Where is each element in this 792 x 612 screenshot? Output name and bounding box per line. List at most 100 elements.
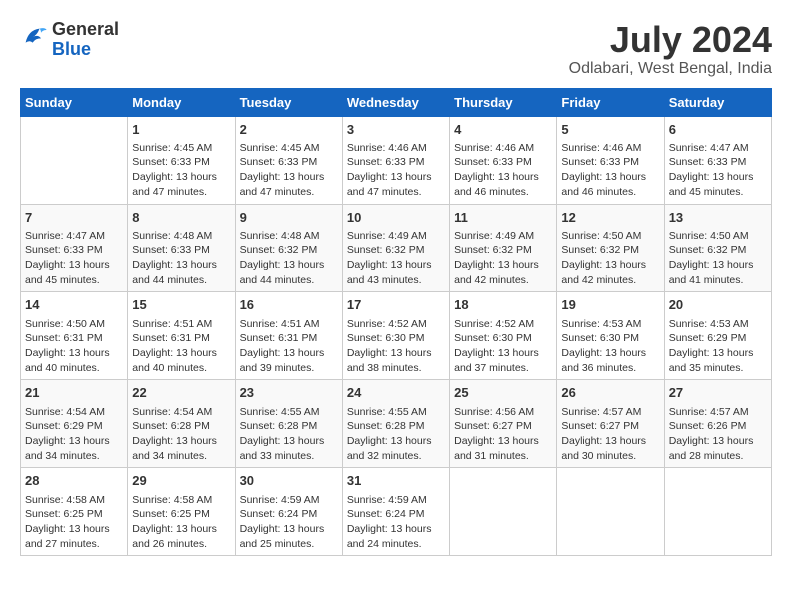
- calendar-cell: 12Sunrise: 4:50 AMSunset: 6:32 PMDayligh…: [557, 204, 664, 292]
- day-number: 14: [25, 296, 123, 314]
- calendar-cell: 24 Sunrise: 4:55 AMSunset: 6:28 PMDayligh…: [342, 380, 449, 468]
- cell-content: Sunrise: 4:50 AMSunset: 6:32 PMDaylight:…: [669, 229, 767, 288]
- calendar-cell: 31Sunrise: 4:59 AMSunset: 6:24 PMDayligh…: [342, 468, 449, 556]
- location: Odlabari, West Bengal, India: [569, 60, 772, 78]
- calendar-cell: 20Sunrise: 4:53 AMSunset: 6:29 PMDayligh…: [664, 292, 771, 380]
- day-number: 10: [347, 209, 445, 227]
- day-number: 18: [454, 296, 552, 314]
- calendar-cell: 29Sunrise: 4:58 AMSunset: 6:25 PMDayligh…: [128, 468, 235, 556]
- calendar-cell: 17 Sunrise: 4:52 AMSunset: 6:30 PMDayligh…: [342, 292, 449, 380]
- day-number: 6: [669, 121, 767, 139]
- day-number: 8: [132, 209, 230, 227]
- title-block: July 2024 Odlabari, West Bengal, India: [569, 20, 772, 78]
- cell-content: Sunrise: 4:52 AMSunset: 6:30 PMDaylight:…: [347, 317, 445, 376]
- day-number: 23: [240, 384, 338, 402]
- week-row-5: 28 Sunrise: 4:58 AMSunset: 6:25 PMDayligh…: [21, 468, 772, 556]
- calendar-cell: 27 Sunrise: 4:57 AMSunset: 6:26 PMDayligh…: [664, 380, 771, 468]
- calendar-cell: [21, 116, 128, 204]
- day-number: 21: [25, 384, 123, 402]
- calendar-cell: [557, 468, 664, 556]
- cell-content: Sunrise: 4:55 AMSunset: 6:28 PMDaylight:…: [240, 405, 338, 464]
- week-row-4: 21 Sunrise: 4:54 AMSunset: 6:29 PMDayligh…: [21, 380, 772, 468]
- weekday-header-saturday: Saturday: [664, 88, 771, 116]
- weekday-header-friday: Friday: [557, 88, 664, 116]
- calendar-cell: 9 Sunrise: 4:48 AMSunset: 6:32 PMDaylight…: [235, 204, 342, 292]
- calendar-cell: 26 Sunrise: 4:57 AMSunset: 6:27 PMDayligh…: [557, 380, 664, 468]
- calendar-cell: 22Sunrise: 4:54 AMSunset: 6:28 PMDayligh…: [128, 380, 235, 468]
- cell-content: Sunrise: 4:51 AMSunset: 6:31 PMDaylight:…: [240, 317, 338, 376]
- weekday-header-sunday: Sunday: [21, 88, 128, 116]
- calendar-cell: 19 Sunrise: 4:53 AMSunset: 6:30 PMDayligh…: [557, 292, 664, 380]
- cell-content: Sunrise: 4:58 AMSunset: 6:25 PMDaylight:…: [25, 493, 123, 552]
- calendar-cell: 2 Sunrise: 4:45 AMSunset: 6:33 PMDaylight…: [235, 116, 342, 204]
- cell-content: Sunrise: 4:54 AMSunset: 6:29 PMDaylight:…: [25, 405, 123, 464]
- weekday-header-thursday: Thursday: [450, 88, 557, 116]
- cell-content: Sunrise: 4:53 AMSunset: 6:30 PMDaylight:…: [561, 317, 659, 376]
- weekday-header-row: SundayMondayTuesdayWednesdayThursdayFrid…: [21, 88, 772, 116]
- cell-content: Sunrise: 4:57 AMSunset: 6:27 PMDaylight:…: [561, 405, 659, 464]
- day-number: 22: [132, 384, 230, 402]
- calendar-cell: 14 Sunrise: 4:50 AMSunset: 6:31 PMDayligh…: [21, 292, 128, 380]
- cell-content: Sunrise: 4:49 AMSunset: 6:32 PMDaylight:…: [347, 229, 445, 288]
- calendar-cell: 6 Sunrise: 4:47 AMSunset: 6:33 PMDaylight…: [664, 116, 771, 204]
- day-number: 13: [669, 209, 767, 227]
- calendar-cell: 15Sunrise: 4:51 AMSunset: 6:31 PMDayligh…: [128, 292, 235, 380]
- calendar-cell: [664, 468, 771, 556]
- cell-content: Sunrise: 4:52 AMSunset: 6:30 PMDaylight:…: [454, 317, 552, 376]
- cell-content: Sunrise: 4:45 AMSunset: 6:33 PMDaylight:…: [240, 141, 338, 200]
- day-number: 27: [669, 384, 767, 402]
- cell-content: Sunrise: 4:51 AMSunset: 6:31 PMDaylight:…: [132, 317, 230, 376]
- day-number: 3: [347, 121, 445, 139]
- cell-content: Sunrise: 4:59 AMSunset: 6:24 PMDaylight:…: [347, 493, 445, 552]
- cell-content: Sunrise: 4:53 AMSunset: 6:29 PMDaylight:…: [669, 317, 767, 376]
- calendar-cell: 30Sunrise: 4:59 AMSunset: 6:24 PMDayligh…: [235, 468, 342, 556]
- calendar-cell: 25 Sunrise: 4:56 AMSunset: 6:27 PMDayligh…: [450, 380, 557, 468]
- calendar-cell: 8 Sunrise: 4:48 AMSunset: 6:33 PMDaylight…: [128, 204, 235, 292]
- calendar-cell: 1Sunrise: 4:45 AMSunset: 6:33 PMDaylight…: [128, 116, 235, 204]
- cell-content: Sunrise: 4:47 AMSunset: 6:33 PMDaylight:…: [25, 229, 123, 288]
- day-number: 7: [25, 209, 123, 227]
- cell-content: Sunrise: 4:46 AMSunset: 6:33 PMDaylight:…: [347, 141, 445, 200]
- day-number: 25: [454, 384, 552, 402]
- day-number: 19: [561, 296, 659, 314]
- cell-content: Sunrise: 4:47 AMSunset: 6:33 PMDaylight:…: [669, 141, 767, 200]
- calendar-cell: 13 Sunrise: 4:50 AMSunset: 6:32 PMDayligh…: [664, 204, 771, 292]
- calendar-cell: 16 Sunrise: 4:51 AMSunset: 6:31 PMDayligh…: [235, 292, 342, 380]
- week-row-3: 14 Sunrise: 4:50 AMSunset: 6:31 PMDayligh…: [21, 292, 772, 380]
- cell-content: Sunrise: 4:50 AMSunset: 6:32 PMDaylight:…: [561, 229, 659, 288]
- day-number: 17: [347, 296, 445, 314]
- cell-content: Sunrise: 4:56 AMSunset: 6:27 PMDaylight:…: [454, 405, 552, 464]
- day-number: 30: [240, 472, 338, 490]
- day-number: 16: [240, 296, 338, 314]
- bird-icon: [20, 23, 48, 51]
- weekday-header-tuesday: Tuesday: [235, 88, 342, 116]
- month-year: July 2024: [569, 20, 772, 60]
- week-row-2: 7 Sunrise: 4:47 AMSunset: 6:33 PMDaylight…: [21, 204, 772, 292]
- page-header: General Blue July 2024 Odlabari, West Be…: [20, 20, 772, 78]
- cell-content: Sunrise: 4:57 AMSunset: 6:26 PMDaylight:…: [669, 405, 767, 464]
- week-row-1: 1 Sunrise: 4:45 AMSunset: 6:33 PMDaylight…: [21, 116, 772, 204]
- weekday-header-wednesday: Wednesday: [342, 88, 449, 116]
- day-number: 9: [240, 209, 338, 227]
- calendar-cell: 5Sunrise: 4:46 AMSunset: 6:33 PMDaylight…: [557, 116, 664, 204]
- logo: General Blue: [20, 20, 119, 60]
- cell-content: Sunrise: 4:50 AMSunset: 6:31 PMDaylight:…: [25, 317, 123, 376]
- weekday-header-monday: Monday: [128, 88, 235, 116]
- calendar-table: SundayMondayTuesdayWednesdayThursdayFrid…: [20, 88, 772, 557]
- calendar-cell: 3 Sunrise: 4:46 AMSunset: 6:33 PMDaylight…: [342, 116, 449, 204]
- day-number: 1: [132, 121, 230, 139]
- day-number: 29: [132, 472, 230, 490]
- cell-content: Sunrise: 4:55 AMSunset: 6:28 PMDaylight:…: [347, 405, 445, 464]
- day-number: 26: [561, 384, 659, 402]
- cell-content: Sunrise: 4:48 AMSunset: 6:32 PMDaylight:…: [240, 229, 338, 288]
- calendar-cell: 18 Sunrise: 4:52 AMSunset: 6:30 PMDayligh…: [450, 292, 557, 380]
- calendar-cell: 7 Sunrise: 4:47 AMSunset: 6:33 PMDaylight…: [21, 204, 128, 292]
- day-number: 28: [25, 472, 123, 490]
- day-number: 2: [240, 121, 338, 139]
- day-number: 24: [347, 384, 445, 402]
- calendar-cell: 4Sunrise: 4:46 AMSunset: 6:33 PMDaylight…: [450, 116, 557, 204]
- day-number: 4: [454, 121, 552, 139]
- calendar-cell: 21 Sunrise: 4:54 AMSunset: 6:29 PMDayligh…: [21, 380, 128, 468]
- cell-content: Sunrise: 4:48 AMSunset: 6:33 PMDaylight:…: [132, 229, 230, 288]
- calendar-cell: [450, 468, 557, 556]
